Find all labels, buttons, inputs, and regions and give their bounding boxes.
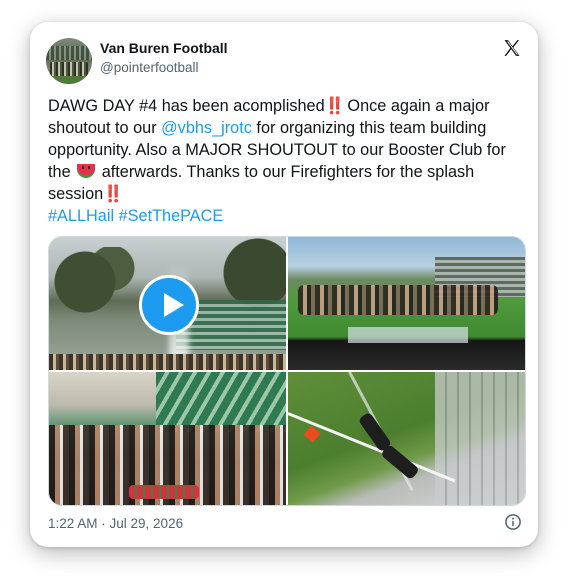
x-logo-icon[interactable] (502, 38, 522, 58)
play-icon[interactable] (139, 275, 199, 335)
avatar-stands (46, 46, 92, 60)
video-crowd (49, 354, 286, 370)
tweet-line-1: DAWG DAY #4 has been acomplished (48, 97, 325, 115)
media-photo-crowd[interactable] (49, 372, 286, 505)
media-photo-turf-drill[interactable] (288, 372, 525, 505)
avatar-team-photo (50, 62, 88, 76)
watermelon-emoji-icon (77, 164, 96, 178)
tweet-timestamp[interactable]: 1:22 AM · Jul 29, 2026 (48, 516, 183, 531)
media-grid (48, 236, 526, 506)
tweet-text: DAWG DAY #4 has been acomplished‼️ Once … (48, 95, 522, 227)
media-photo-stadium[interactable] (288, 237, 525, 370)
mention-link[interactable]: @vbhs_jrotc (161, 119, 252, 137)
photo-tarp (348, 327, 468, 343)
avatar[interactable] (46, 38, 92, 84)
info-icon[interactable] (504, 513, 522, 531)
video-trees (49, 247, 139, 317)
photo-canopy (156, 372, 286, 432)
avatar-turf (46, 76, 92, 84)
photo-watermelon-table (129, 485, 199, 499)
double-exclamation-emoji-icon: ‼️ (324, 97, 345, 115)
media-video-sprinkler[interactable] (49, 237, 286, 370)
double-exclamation-emoji-icon: ‼️ (103, 185, 123, 203)
hashtag-setthepace[interactable]: #SetThePACE (119, 207, 224, 225)
photo-team-group (298, 285, 498, 315)
tweet-card: Van Buren Football @pointerfootball DAWG… (30, 22, 538, 547)
author-name[interactable]: Van Buren Football (100, 40, 228, 56)
author-handle[interactable]: @pointerfootball (100, 60, 199, 75)
hashtag-allhail[interactable]: #ALLHail (48, 207, 114, 225)
photo-roof (435, 372, 525, 505)
photo-cone (303, 425, 321, 443)
